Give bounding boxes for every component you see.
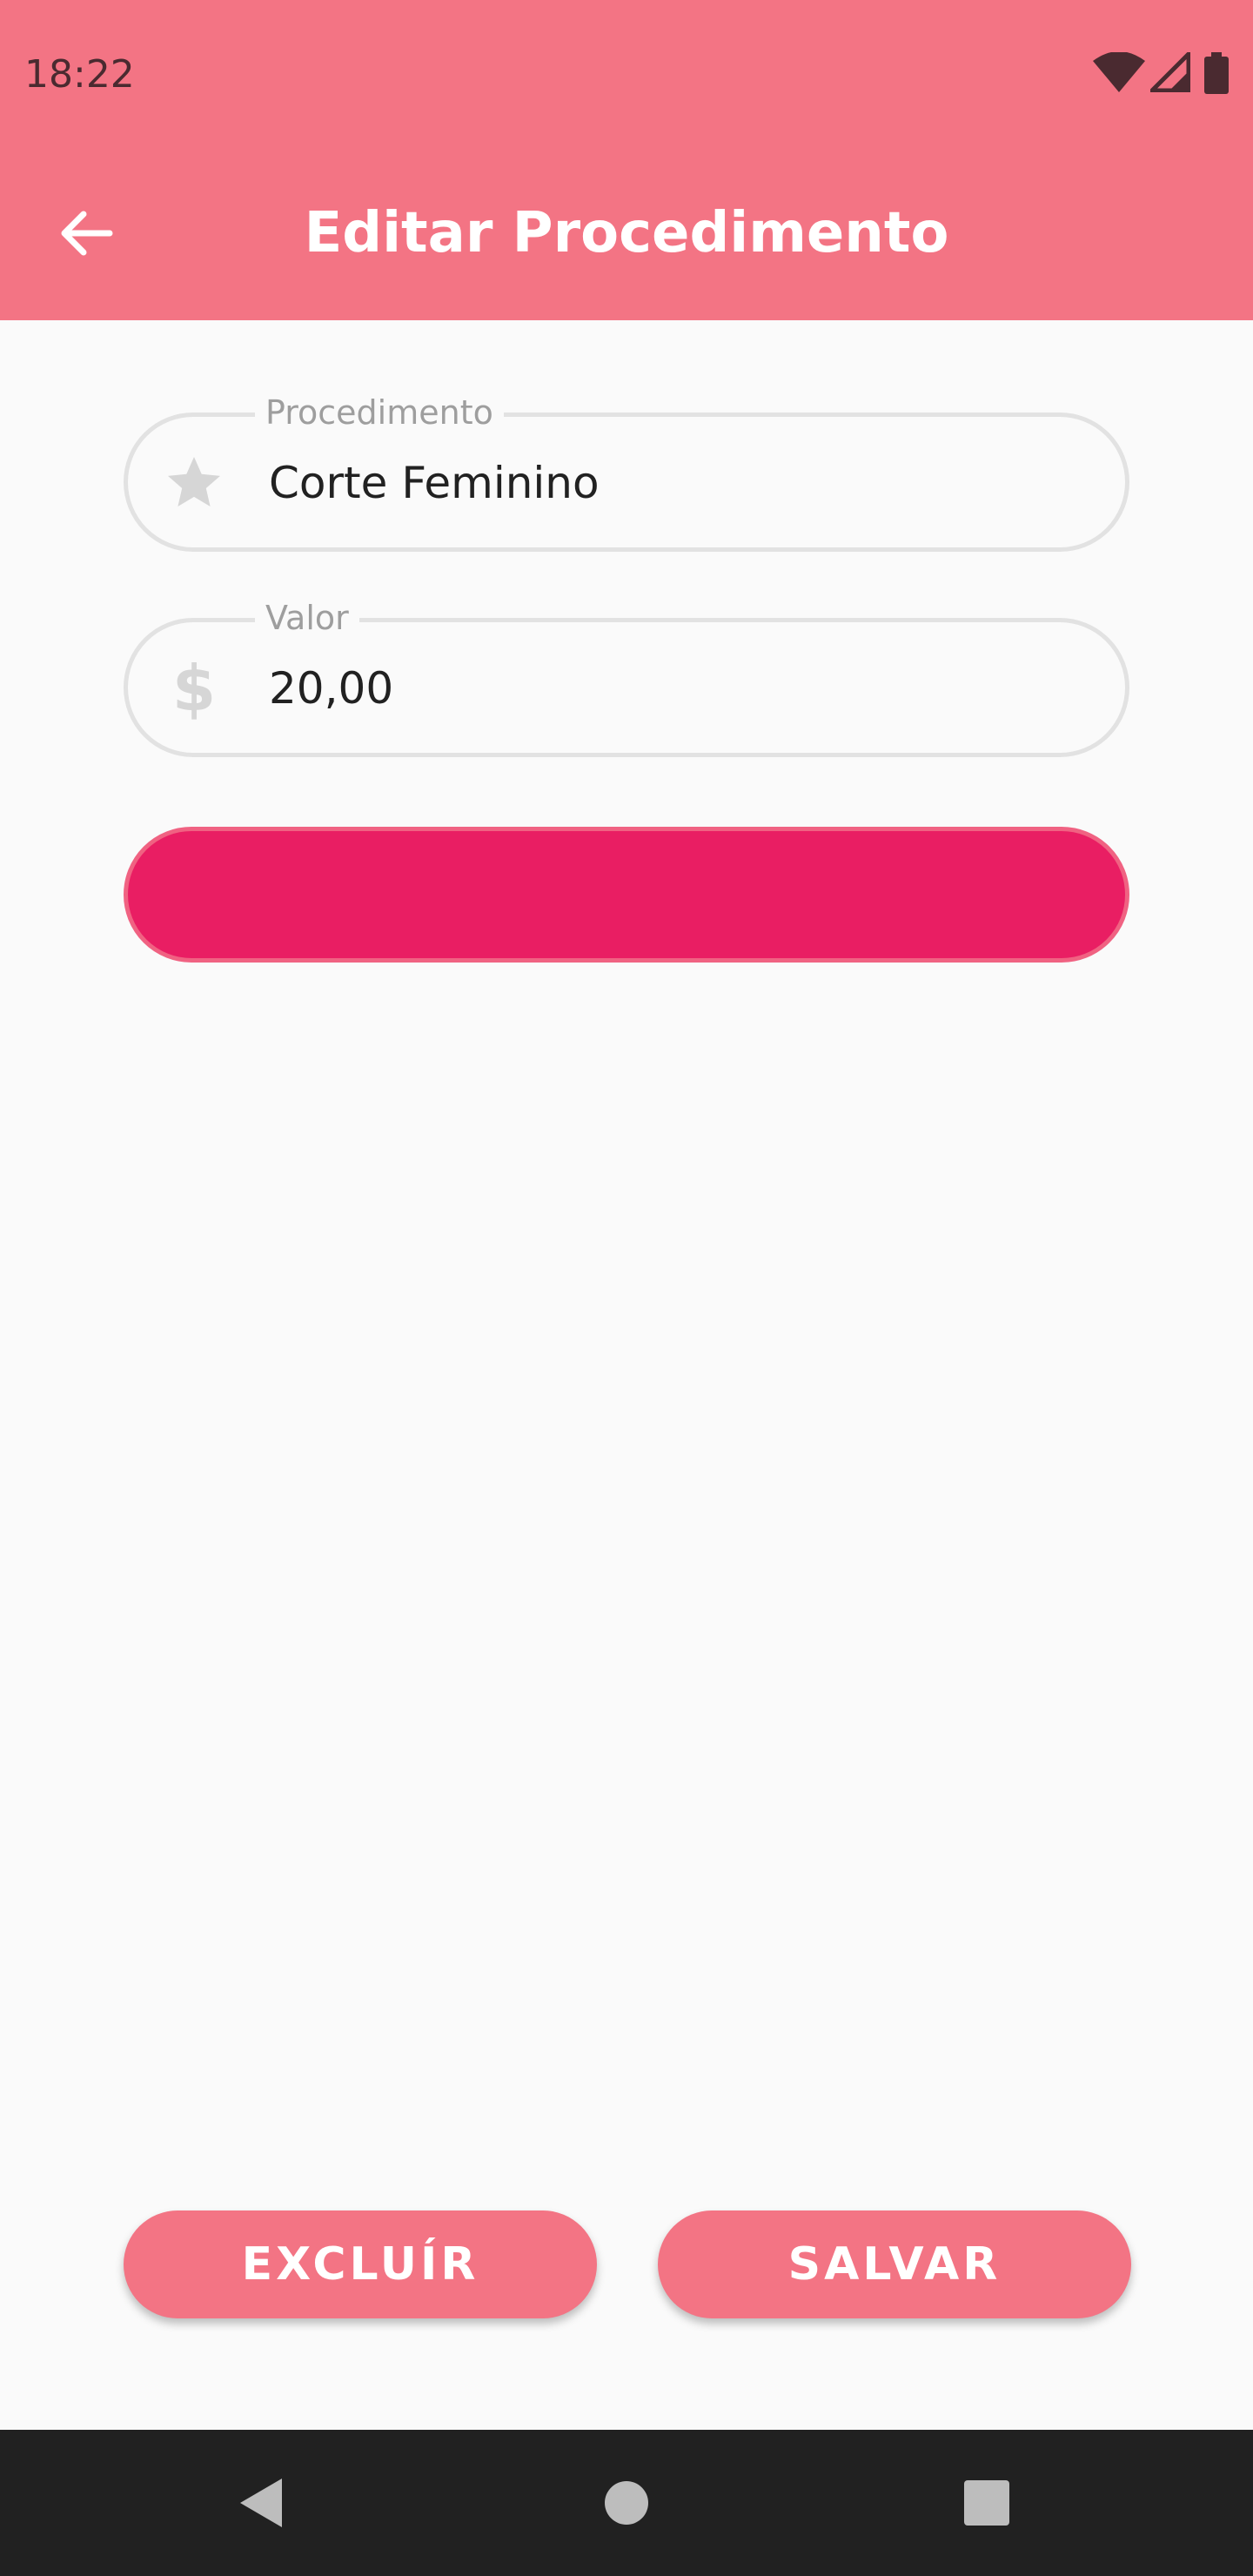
- color-selector-button[interactable]: [124, 827, 1129, 963]
- signal-icon: [1150, 52, 1190, 92]
- dollar-icon: $: [171, 652, 217, 725]
- arrow-left-icon: [61, 211, 113, 256]
- procedimento-input[interactable]: Corte Feminino: [269, 457, 600, 509]
- procedimento-label: Procedimento: [255, 391, 504, 434]
- battery-icon: [1204, 52, 1229, 94]
- procedimento-field[interactable]: Procedimento Corte Feminino: [124, 391, 1129, 552]
- back-button[interactable]: [42, 190, 129, 277]
- star-icon: [163, 452, 225, 514]
- recents-square-icon: [964, 2480, 1009, 2526]
- nav-home-button[interactable]: [539, 2430, 714, 2576]
- status-time: 18:22: [24, 52, 135, 97]
- delete-button[interactable]: EXCLUÍR: [124, 2210, 597, 2318]
- back-triangle-icon: [240, 2479, 282, 2527]
- home-circle-icon: [605, 2481, 648, 2525]
- wifi-icon: [1093, 52, 1145, 92]
- status-bar: 18:22: [0, 0, 1253, 146]
- valor-label: Valor: [255, 596, 359, 640]
- valor-field[interactable]: Valor $ 20,00: [124, 596, 1129, 757]
- nav-recents-button[interactable]: [900, 2430, 1074, 2576]
- nav-back-button[interactable]: [174, 2430, 348, 2576]
- app-bar: Editar Procedimento: [0, 146, 1253, 320]
- valor-input[interactable]: 20,00: [269, 662, 393, 714]
- save-button[interactable]: SALVAR: [658, 2210, 1131, 2318]
- system-nav-bar: [0, 2430, 1253, 2576]
- page-title: Editar Procedimento: [304, 201, 949, 265]
